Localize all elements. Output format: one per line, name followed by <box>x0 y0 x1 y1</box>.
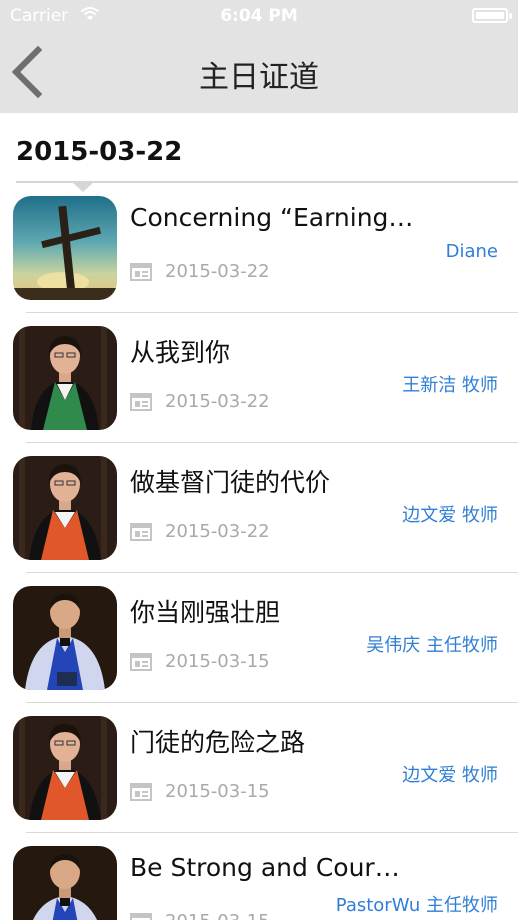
list-item[interactable]: Be Strong and Cour… PastorWu 主任牧师 2015-0… <box>0 833 518 920</box>
sermon-author: 边文爱 牧师 <box>402 505 498 526</box>
sermon-date: 2015-03-15 <box>165 781 270 802</box>
calendar-icon <box>130 263 152 281</box>
pastor-photo-thumbnail <box>13 586 117 690</box>
cross-sunset-thumbnail <box>13 196 117 300</box>
list-item[interactable]: 你当刚强壮胆 吴伟庆 主任牧师 2015-03-15 <box>0 573 518 703</box>
sermon-title: 你当刚强壮胆 <box>130 598 281 627</box>
sermon-author: PastorWu 主任牧师 <box>335 895 498 916</box>
sermon-date: 2015-03-22 <box>165 521 270 542</box>
sermon-author: Diane <box>445 241 498 262</box>
sermon-date: 2015-03-15 <box>165 911 270 920</box>
list-item[interactable]: Concerning “Earning… Diane 2015-03-22 <box>0 183 518 313</box>
calendar-icon <box>130 913 152 920</box>
sermon-list: Concerning “Earning… Diane 2015-03-22 从我… <box>0 183 518 920</box>
clock-label: 6:04 PM <box>220 6 298 26</box>
sermon-author: 边文爱 牧师 <box>402 765 498 786</box>
page-title: 主日证道 <box>199 60 319 95</box>
pastor-photo-thumbnail <box>13 456 117 560</box>
sermon-title: 从我到你 <box>130 338 231 367</box>
selection-notch <box>72 182 94 192</box>
sermon-title: 做基督门徒的代价 <box>130 468 331 497</box>
pastor-photo-thumbnail <box>13 716 117 820</box>
sermon-author: 吴伟庆 主任牧师 <box>366 635 498 656</box>
calendar-icon <box>130 783 152 801</box>
status-bar: Carrier 6:04 PM <box>0 0 518 34</box>
pastor-photo-thumbnail <box>13 326 117 430</box>
calendar-icon <box>130 653 152 671</box>
pastor-photo-thumbnail <box>13 846 117 920</box>
list-item[interactable]: 门徒的危险之路 边文爱 牧师 2015-03-15 <box>0 703 518 833</box>
list-item[interactable]: 从我到你 王新洁 牧师 2015-03-22 <box>0 313 518 443</box>
section-header: 2015-03-22 <box>0 113 518 182</box>
sermon-title: Be Strong and Cour… <box>130 853 400 882</box>
sermon-author: 王新洁 牧师 <box>402 375 498 396</box>
sermon-date: 2015-03-22 <box>165 391 270 412</box>
sermon-date: 2015-03-15 <box>165 651 270 672</box>
sermon-date: 2015-03-22 <box>165 261 270 282</box>
list-item[interactable]: 做基督门徒的代价 边文爱 牧师 2015-03-22 <box>0 443 518 573</box>
calendar-icon <box>130 393 152 411</box>
section-date: 2015-03-22 <box>16 137 183 167</box>
calendar-icon <box>130 523 152 541</box>
sermon-title: Concerning “Earning… <box>130 203 414 232</box>
sermon-title: 门徒的危险之路 <box>130 728 306 757</box>
navigation-bar: Carrier 6:04 PM 主日证道 <box>0 0 518 113</box>
battery-icon <box>472 8 512 23</box>
